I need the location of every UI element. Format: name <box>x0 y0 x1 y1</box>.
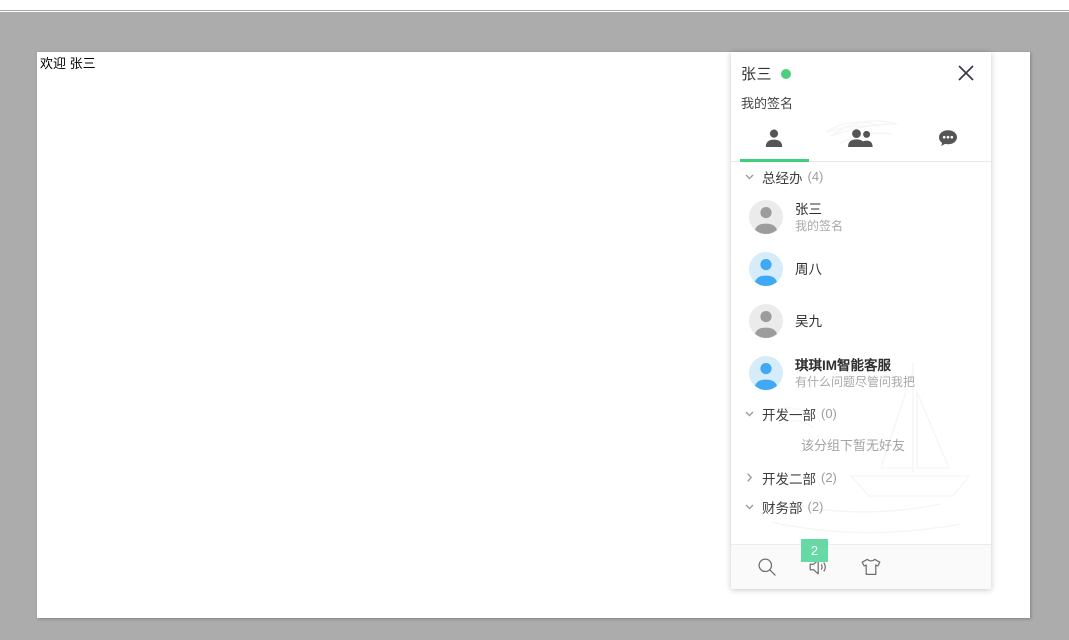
chevron-down-icon <box>743 170 756 183</box>
chevron-down-icon <box>743 407 756 420</box>
people-icon <box>847 127 875 149</box>
contact-row[interactable]: 张三 我的签名 <box>731 191 991 243</box>
contact-info: 周八 <box>795 261 822 278</box>
contact-name: 琪琪IM智能客服 <box>795 357 891 373</box>
group-count: (0) <box>821 406 837 421</box>
avatar <box>749 252 783 286</box>
group-name: 总经办 <box>762 170 803 186</box>
chevron-down-icon <box>743 500 756 513</box>
contact-row[interactable]: 周八 <box>731 243 991 295</box>
tab-chats[interactable] <box>904 114 991 161</box>
chevron-right-icon <box>743 471 756 484</box>
search-button[interactable] <box>741 556 793 578</box>
skin-button[interactable] <box>845 556 897 578</box>
search-icon <box>756 556 778 578</box>
avatar <box>749 304 783 338</box>
group-count: (2) <box>807 499 824 514</box>
group-count: (2) <box>821 470 837 485</box>
group-header-1[interactable]: 开发一部 (0) <box>731 399 991 428</box>
group-count: (4) <box>807 169 824 184</box>
contact-signature: 我的签名 <box>795 218 844 233</box>
tshirt-icon <box>858 556 884 578</box>
contact-info: 琪琪IM智能客服 有什么问题尽管问我把 <box>795 357 915 390</box>
chat-bubble-icon <box>936 127 960 149</box>
welcome-message: 欢迎 张三 <box>40 56 96 71</box>
group-name: 财务部 <box>762 500 803 516</box>
avatar <box>749 200 783 234</box>
group-header-2[interactable]: 开发二部 (2) <box>731 463 991 492</box>
contact-row[interactable]: 琪琪IM智能客服 有什么问题尽管问我把 <box>731 347 991 399</box>
im-bottom-toolbar <box>731 544 991 589</box>
browser-chrome-strip <box>0 0 1069 11</box>
im-header: 张三 我的签名 <box>731 52 991 114</box>
empty-group-message: 该分组下暂无好友 <box>801 438 906 453</box>
group-name: 开发二部 <box>762 471 816 487</box>
user-identity: 张三 <box>741 63 792 84</box>
close-icon[interactable] <box>955 62 977 84</box>
im-widget: 张三 我的签名 总经办 (4) 张三 我的签名 周八 吴九 琪琪IM智能客服 有… <box>731 52 991 589</box>
contact-list[interactable]: 总经办 (4) 张三 我的签名 周八 吴九 琪琪IM智能客服 有什么问题尽管问我… <box>731 162 991 545</box>
avatar <box>749 356 783 390</box>
tab-contacts[interactable] <box>731 114 818 162</box>
group-header-0[interactable]: 总经办 (4) <box>731 162 991 191</box>
contact-name: 张三 <box>795 201 822 217</box>
contact-signature: 有什么问题尽管问我把 <box>795 374 916 389</box>
user-signature-label: 我的签名 <box>741 96 794 111</box>
contact-row[interactable]: 吴九 <box>731 295 991 347</box>
person-icon <box>763 127 785 149</box>
contact-name: 周八 <box>795 261 822 277</box>
contact-info: 张三 我的签名 <box>795 201 843 234</box>
page-background: 欢迎 张三 张三 我的签名 总经办 (4) 张三 我的签名 周八 吴九 琪琪IM… <box>0 12 1069 640</box>
group-name: 开发一部 <box>762 407 816 423</box>
username-label: 张三 <box>741 66 773 83</box>
contact-name: 吴九 <box>795 313 822 329</box>
im-tab-bar <box>731 114 991 162</box>
tab-groups[interactable] <box>818 114 905 161</box>
group-header-3[interactable]: 财务部 (2) <box>731 492 991 521</box>
online-status-dot <box>781 68 792 79</box>
unread-count-badge[interactable]: 2 <box>801 539 828 562</box>
contact-info: 吴九 <box>795 313 822 330</box>
